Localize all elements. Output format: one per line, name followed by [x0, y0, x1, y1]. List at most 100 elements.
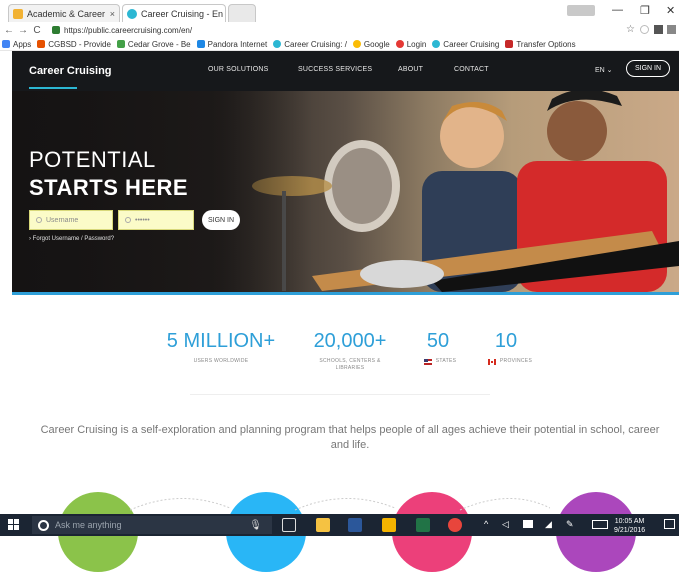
address-bar-row: ← → C https://public.careercruising.com/… — [0, 22, 679, 38]
browser-tab-academic[interactable]: Academic & Career × — [8, 4, 120, 22]
browser-tab-bar: Academic & Career × Career Cruising - En… — [0, 0, 679, 22]
chrome-icon[interactable] — [448, 518, 462, 532]
stat-label-text: SCHOOLS, CENTERS & LIBRARIES — [319, 358, 381, 371]
nav-our-solutions[interactable]: OUR SOLUTIONS — [208, 66, 269, 73]
reload-icon[interactable]: C — [32, 25, 42, 36]
close-icon[interactable]: × — [223, 9, 225, 19]
app-grid-icon[interactable] — [382, 518, 396, 532]
file-explorer-icon[interactable] — [316, 518, 330, 532]
stat-label-text: USERS WORLDWIDE — [193, 358, 249, 364]
star-icon[interactable]: ☆ — [626, 24, 635, 35]
close-icon[interactable]: × — [107, 9, 115, 19]
bookmark-login[interactable]: Login — [395, 39, 427, 49]
bookmark-favicon-icon — [37, 40, 46, 48]
bookmark-label: CGBSD - Provide — [48, 39, 111, 49]
url-field[interactable]: https://public.careercruising.com/en/ — [52, 23, 622, 37]
sign-in-button[interactable]: SIGN IN — [202, 210, 240, 230]
canada-flag-icon — [487, 358, 496, 365]
hero-title-line1: POTENTIAL — [29, 147, 156, 172]
microphone-icon[interactable]: 🎙 — [249, 520, 262, 531]
forgot-credentials-link[interactable]: › Forgot Username / Password? — [29, 236, 114, 242]
bookmark-label: Career Cruising — [443, 39, 500, 49]
keyboard-icon[interactable] — [592, 520, 608, 529]
stat-states-label: STATES — [418, 358, 462, 365]
bookmarks-bar: Apps CGBSD - Provide Cedar Grove - Be Pa… — [0, 38, 679, 51]
password-input[interactable]: •••••• — [118, 210, 194, 230]
folder-icon — [13, 8, 23, 19]
bookmark-career-cruising-1[interactable]: Career Cruising: / — [273, 40, 347, 49]
stat-label-text: STATES — [435, 358, 457, 364]
taskbar-clock[interactable]: 10:05 AM 9/21/2016 — [614, 517, 645, 535]
bookmark-apps[interactable]: Apps — [2, 40, 31, 49]
pen-icon[interactable]: ✎ — [566, 519, 574, 530]
close-window-icon[interactable]: ✕ — [666, 4, 675, 17]
bookmark-label: Cedar Grove - Be — [127, 39, 191, 49]
network-icon[interactable]: ◢ — [545, 519, 552, 530]
lock-icon — [52, 26, 60, 34]
battery-icon[interactable] — [523, 520, 533, 528]
url-text: https://public.careercruising.com/en/ — [64, 25, 193, 35]
bookmark-favicon-icon — [116, 40, 125, 48]
chevron-up-icon[interactable]: ^ — [484, 519, 488, 529]
tab-label: Academic & Career — [27, 8, 106, 19]
nav-about[interactable]: ABOUT — [398, 66, 423, 73]
program-description: Career Cruising is a self-exploration an… — [40, 424, 660, 451]
user-profile-badge[interactable] — [567, 5, 595, 16]
taskbar-search-placeholder: Ask me anything — [55, 520, 122, 530]
word-icon[interactable] — [348, 518, 362, 532]
windows-taskbar: Ask me anything 🎙 ^ ◁ ◢ ✎ 10:05 AM 9/21/… — [0, 514, 679, 536]
notifications-icon[interactable] — [664, 519, 675, 529]
bookmark-favicon-icon — [505, 40, 514, 48]
taskbar-search[interactable]: Ask me anything 🎙 — [32, 516, 272, 534]
site-logo[interactable]: Career Cruising — [29, 65, 112, 77]
header-sign-in-button[interactable]: SIGN IN — [626, 60, 670, 77]
google-icon — [352, 40, 361, 48]
browser-tab-career-cruising[interactable]: Career Cruising - En × — [122, 4, 226, 22]
new-tab-button[interactable] — [228, 4, 256, 22]
bookmark-label: Login — [406, 39, 427, 49]
nav-contact[interactable]: CONTACT — [454, 66, 489, 73]
bookmark-transfer-options[interactable]: Transfer Options — [505, 39, 576, 49]
user-icon — [36, 217, 42, 223]
stat-users-label: USERS WORLDWIDE — [164, 358, 278, 365]
excel-icon[interactable] — [416, 518, 430, 532]
stat-users-number: 5 MILLION+ — [166, 330, 276, 352]
hero-accent-bar — [12, 292, 679, 295]
extension-icon[interactable] — [654, 25, 663, 34]
dotted-connector-lines — [130, 497, 550, 511]
stat-label-text: PROVINCES — [499, 358, 533, 364]
bookmark-label: Pandora Internet — [207, 39, 268, 49]
volume-icon[interactable]: ◁ — [502, 519, 509, 530]
stat-schools-number: 20,000+ — [313, 330, 387, 352]
username-placeholder: Username — [46, 216, 79, 224]
bookmark-career-cruising-2[interactable]: Career Cruising — [432, 40, 499, 49]
language-selector[interactable]: EN ⌄ — [595, 66, 613, 74]
username-input[interactable]: Username — [29, 210, 113, 230]
clock-date: 9/21/2016 — [614, 527, 646, 534]
section-divider — [190, 394, 490, 395]
bookmark-label: Apps — [13, 39, 32, 49]
bookmark-cedar-grove[interactable]: Cedar Grove - Be — [116, 39, 191, 49]
task-view-icon[interactable] — [282, 518, 296, 532]
bookmark-cgbsd[interactable]: CGBSD - Provide — [37, 40, 111, 49]
bookmark-favicon-icon — [273, 40, 282, 48]
back-icon[interactable]: ← — [4, 25, 14, 36]
us-flag-icon — [423, 358, 432, 365]
bookmark-label: Transfer Options — [516, 39, 576, 49]
bookmark-favicon-icon — [432, 40, 441, 48]
windows-start-icon[interactable] — [8, 519, 20, 531]
site-header: Career Cruising OUR SOLUTIONS SUCCESS SE… — [12, 51, 679, 91]
bookmark-favicon-icon — [196, 40, 205, 48]
bookmark-google[interactable]: Google — [352, 40, 390, 49]
extension-icon[interactable] — [640, 25, 649, 34]
nav-success-services[interactable]: SUCCESS SERVICES — [298, 66, 372, 73]
password-value: •••••• — [135, 216, 150, 224]
tab-label: Career Cruising - En — [141, 8, 224, 19]
maximize-icon[interactable]: ❐ — [640, 4, 650, 17]
minimize-icon[interactable]: — — [612, 4, 623, 16]
logo-underline — [29, 87, 77, 89]
menu-icon[interactable] — [667, 25, 676, 34]
bookmark-pandora[interactable]: Pandora Internet — [196, 39, 268, 49]
career-cruising-favicon-icon — [127, 8, 137, 19]
forward-icon[interactable]: → — [18, 25, 28, 36]
